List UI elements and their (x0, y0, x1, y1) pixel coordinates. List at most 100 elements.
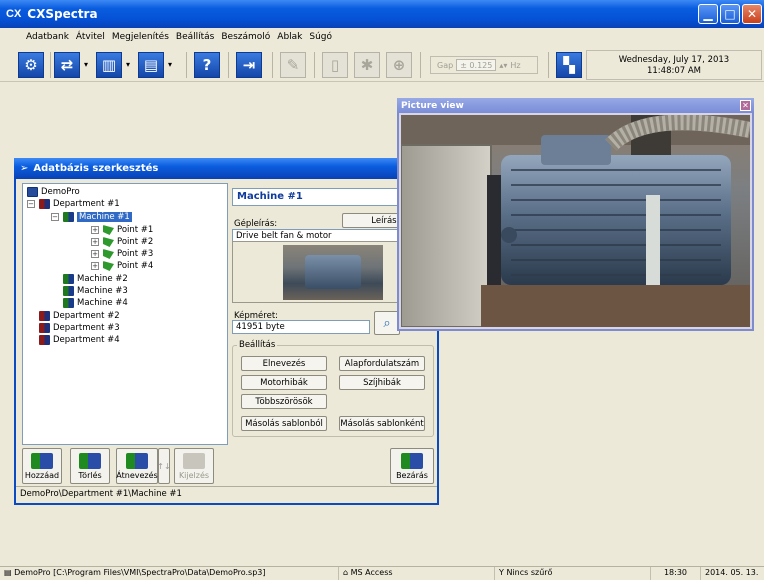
tree-root[interactable]: DemoPro (27, 186, 80, 198)
exit-icon[interactable]: ⇥ (236, 52, 262, 78)
point-icon (103, 261, 114, 271)
gap-spinner-icon[interactable]: ▴▾ (499, 61, 507, 70)
tree-machine-1[interactable]: − Machine #1 (51, 211, 132, 223)
close-editor-button[interactable]: Bezárás (390, 448, 434, 484)
add-icon (31, 452, 53, 469)
point-icon (103, 237, 114, 247)
title-bar: CX CXSpectra ▁ □ ✕ (0, 0, 764, 28)
chevron-down-icon[interactable]: ▾ (84, 60, 88, 69)
tree-machine-2[interactable]: Machine #2 (63, 273, 128, 285)
window-icon: ➢ (20, 163, 29, 174)
zoom-icon[interactable]: ⊕ (386, 52, 412, 78)
picture-view-title-bar[interactable]: Picture view ✕ (397, 98, 754, 113)
delete-button[interactable]: Törlés (70, 448, 110, 484)
machine-label: Machine #1 (77, 212, 132, 222)
machine-photo (401, 115, 750, 327)
department-icon (39, 335, 50, 345)
machine-icon (63, 298, 74, 308)
close-button[interactable]: ✕ (742, 4, 762, 24)
expand-icon[interactable]: + (91, 262, 99, 270)
base-speed-button[interactable]: Alapfordulatszám (339, 356, 425, 371)
tree-point-1[interactable]: + Point #1 (91, 224, 153, 236)
machine-icon (63, 286, 74, 296)
belt-faults-button[interactable]: Szíjhibák (339, 375, 425, 390)
close-editor-label: Bezárás (396, 470, 428, 480)
document-icon[interactable]: ▯ (322, 52, 348, 78)
tree-department-2[interactable]: Department #2 (39, 310, 120, 322)
expand-icon[interactable]: + (91, 226, 99, 234)
department-icon (39, 323, 50, 333)
tree-point-3[interactable]: + Point #3 (91, 248, 153, 260)
tree-point-2[interactable]: + Point #2 (91, 236, 153, 248)
settings-group-title: Beállítás (237, 340, 278, 350)
editor-bottom-toolbar: Hozzáad Törlés Átnevezés ↑↓ Kijelzés Bez… (22, 448, 435, 488)
minimize-button[interactable]: ▁ (698, 4, 718, 24)
menu-beszamolo[interactable]: Beszámoló (221, 32, 270, 42)
add-button[interactable]: Hozzáad (22, 448, 62, 484)
collapse-icon[interactable]: − (27, 200, 35, 208)
menu-megjelenites[interactable]: Megjelenítés (112, 32, 169, 42)
menu-sugo[interactable]: Súgó (309, 32, 332, 42)
spectrum-view-icon[interactable]: ▥ (96, 52, 122, 78)
rename-button[interactable]: Átnevezés (116, 448, 158, 484)
tree-department-3[interactable]: Department #3 (39, 322, 120, 334)
department-icon (39, 199, 50, 209)
motor-photo-illustration (401, 115, 750, 327)
status-filter: Y Nincs szűrő (494, 567, 644, 580)
expand-icon[interactable]: + (91, 238, 99, 246)
tree-department-4[interactable]: Department #4 (39, 334, 120, 346)
date-time-display: Wednesday, July 17, 2013 11:48:07 AM (586, 50, 762, 80)
point-label: Point #4 (117, 261, 154, 271)
machine-label: Machine #3 (77, 286, 128, 296)
copy-as-template-button[interactable]: Másolás sablonként (339, 416, 425, 431)
expand-icon[interactable]: + (91, 250, 99, 258)
database-tree[interactable]: DemoPro − Department #1 − Machine #1 + P… (22, 183, 228, 445)
point-label: Point #1 (117, 225, 154, 235)
filter-text: Nincs szűrő (506, 568, 553, 577)
point-label: Point #2 (117, 237, 154, 247)
tree-machine-3[interactable]: Machine #3 (63, 285, 128, 297)
rename-icon (126, 452, 148, 469)
app-logo: CX (6, 8, 22, 20)
edit-icon[interactable]: ✎ (280, 52, 306, 78)
machine-icon (63, 274, 74, 284)
naming-button[interactable]: Elnevezés (241, 356, 327, 371)
gap-input[interactable]: ± 0.125 (456, 59, 497, 71)
collapse-icon[interactable]: − (51, 213, 59, 221)
menu-bar: Adatbank Átvitel Megjelenítés Beállítás … (0, 28, 764, 46)
status-database-path: ▤ DemoPro [C:\Program Files\VMI\SpectraP… (0, 567, 332, 580)
database-editor-title-bar[interactable]: ➢ Adatbázis szerkesztés (14, 158, 439, 179)
tree-department-1[interactable]: − Department #1 (27, 198, 120, 210)
image-size-field: 41951 byte (232, 320, 370, 334)
report-icon[interactable]: ▤ (138, 52, 164, 78)
transfer-icon[interactable]: ⇄ (54, 52, 80, 78)
copy-from-template-button[interactable]: Másolás sablonból (241, 416, 327, 431)
database-editor-window: ➢ Adatbázis szerkesztés DemoPro − Depart… (14, 158, 439, 505)
picture-close-icon[interactable]: ✕ (740, 100, 751, 111)
move-updown-icon[interactable]: ↑↓ (157, 448, 171, 484)
tree-machine-4[interactable]: Machine #4 (63, 297, 128, 309)
multiples-button[interactable]: Többszörösök (241, 394, 327, 409)
mark-button[interactable]: Kijelzés (174, 448, 214, 484)
motor-faults-button[interactable]: Motorhibák (241, 375, 327, 390)
machine-label: Machine #4 (77, 298, 128, 308)
picture-view-window: Picture view ✕ (397, 98, 754, 331)
settings-icon[interactable]: ✱ (354, 52, 380, 78)
chevron-down-icon[interactable]: ▾ (168, 60, 172, 69)
maximize-button[interactable]: □ (720, 4, 740, 24)
tree-point-4[interactable]: + Point #4 (91, 260, 153, 272)
help-icon[interactable]: ? (194, 52, 220, 78)
machine-tree-icon[interactable]: ⚙ (18, 52, 44, 78)
gap-control[interactable]: Gap ± 0.125 ▴▾ Hz (430, 56, 538, 74)
database-file-icon: ▤ (4, 568, 12, 577)
editor-status-path: DemoPro\Department #1\Machine #1 (16, 486, 437, 501)
gap-label: Gap (437, 60, 454, 70)
chevron-down-icon[interactable]: ▾ (126, 60, 130, 69)
menu-beallitas[interactable]: Beállítás (176, 32, 214, 42)
menu-adatbank[interactable]: Adatbank (26, 32, 69, 42)
menu-ablak[interactable]: Ablak (277, 32, 302, 42)
measurement-icon[interactable]: ▚ (556, 52, 582, 78)
rename-button-label: Átnevezés (116, 470, 158, 480)
description-label: Gépleírás: (234, 219, 278, 229)
menu-atvitel[interactable]: Átvitel (76, 32, 105, 42)
